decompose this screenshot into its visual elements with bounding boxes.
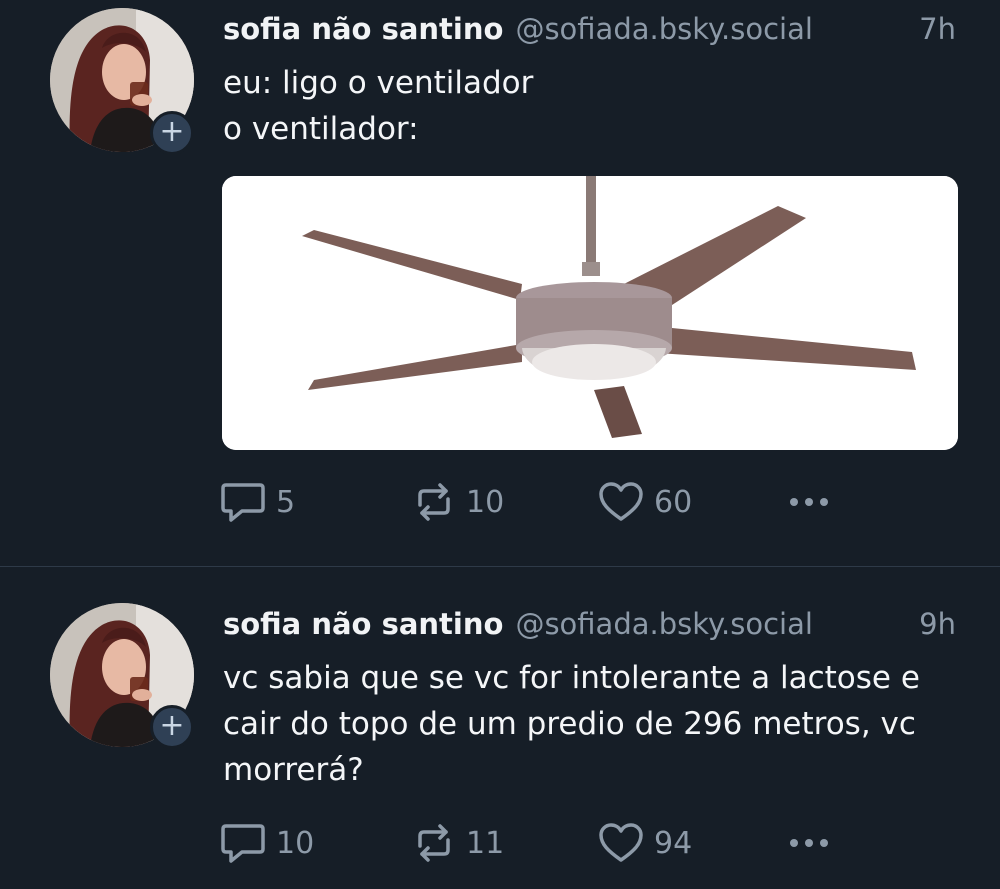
repost-count: 11	[466, 825, 505, 861]
author-handle[interactable]: @sofiada.bsky.social	[515, 607, 813, 641]
reply-count: 5	[276, 484, 296, 520]
post[interactable]: + sofia não santino @sofiada.bsky.social…	[0, 567, 1000, 889]
post-text-line: cair do topo de um predio de 296 metros,…	[223, 706, 916, 742]
author-name[interactable]: sofia não santino	[223, 12, 503, 46]
repost-arrows-icon	[418, 483, 450, 521]
reply-button[interactable]: 10	[220, 821, 314, 865]
follow-plus-icon[interactable]: +	[150, 111, 194, 155]
post-timestamp[interactable]: 9h	[919, 607, 956, 641]
repost-count: 10	[466, 484, 505, 520]
follow-plus-icon[interactable]: +	[150, 705, 194, 749]
repost-arrows-icon	[418, 824, 450, 862]
post-timestamp[interactable]: 7h	[919, 12, 956, 46]
post[interactable]: + sofia não santino @sofiada.bsky.social…	[0, 0, 1000, 566]
author-name[interactable]: sofia não santino	[223, 607, 503, 641]
like-button[interactable]: 94	[598, 821, 692, 865]
like-count: 94	[654, 825, 693, 861]
speech-bubble-icon	[221, 483, 265, 522]
post-text: eu: ligo o ventilador o ventilador:	[223, 60, 963, 152]
reply-button[interactable]: 5	[220, 480, 295, 524]
heart-icon	[599, 482, 643, 521]
speech-bubble-icon	[221, 824, 265, 863]
reply-count: 10	[276, 825, 315, 861]
post-text-line: vc sabia que se vc for intolerante a lac…	[223, 660, 920, 696]
ceiling-fan-image[interactable]	[222, 176, 958, 450]
like-button[interactable]: 60	[598, 480, 692, 524]
repost-button[interactable]: 10	[412, 480, 504, 524]
ellipsis-icon[interactable]	[790, 480, 828, 524]
heart-icon	[599, 823, 643, 862]
post-text: vc sabia que se vc for intolerante a lac…	[223, 655, 963, 793]
post-text-line: eu: ligo o ventilador	[223, 65, 534, 101]
post-actions: 10 11 94	[220, 821, 860, 865]
ellipsis-icon[interactable]	[790, 821, 828, 865]
post-header: sofia não santino @sofiada.bsky.social 9…	[223, 607, 956, 647]
post-text-line: o ventilador:	[223, 111, 419, 147]
post-header: sofia não santino @sofiada.bsky.social 7…	[223, 12, 956, 52]
ceiling-fan-illustration	[222, 176, 958, 450]
post-actions: 5 10 60	[220, 480, 860, 524]
author-handle[interactable]: @sofiada.bsky.social	[515, 12, 813, 46]
like-count: 60	[654, 484, 693, 520]
post-text-line: morrerá?	[223, 752, 364, 788]
repost-button[interactable]: 11	[412, 821, 504, 865]
